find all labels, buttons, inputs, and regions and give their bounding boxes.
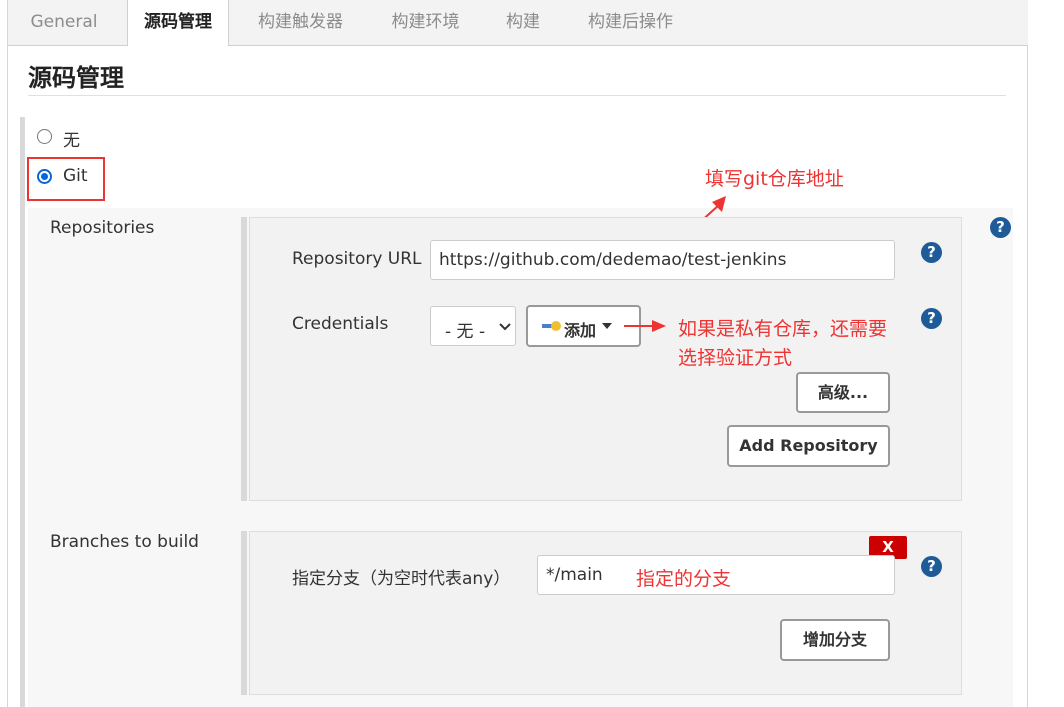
credentials-help-icon[interactable]: ?: [921, 308, 942, 329]
radio-git[interactable]: [37, 169, 52, 184]
credentials-select[interactable]: - 无 -: [430, 306, 516, 346]
repositories-label: Repositories: [50, 218, 155, 238]
annotation-arrow-credentials: [624, 320, 666, 332]
tab-general[interactable]: General: [8, 0, 120, 45]
repository-url-label: Repository URL: [292, 249, 422, 269]
branches-indent-bar: [241, 531, 247, 695]
annotation-branch: 指定的分支: [636, 568, 732, 590]
tab-bar: General 源码管理 构建触发器 构建环境 构建 构建后操作: [8, 0, 1028, 46]
branch-specifier-label: 指定分支（为空时代表any）: [292, 569, 511, 589]
tab-post-build[interactable]: 构建后操作: [568, 0, 693, 45]
add-repository-button[interactable]: Add Repository: [727, 425, 890, 467]
repository-url-help-icon[interactable]: ?: [921, 242, 942, 263]
section-indent-bar: [20, 117, 25, 707]
add-credentials-label: 添加: [564, 321, 597, 340]
repositories-help-icon[interactable]: ?: [990, 217, 1011, 238]
title-divider: [28, 95, 1006, 96]
add-branch-button[interactable]: 增加分支: [780, 619, 890, 661]
tab-build-environment[interactable]: 构建环境: [373, 0, 478, 45]
repository-url-input[interactable]: https://github.com/dedemao/test-jenkins: [430, 240, 895, 280]
credentials-select-value: - 无 -: [445, 322, 486, 342]
tab-build[interactable]: 构建: [488, 0, 558, 45]
tab-build-triggers[interactable]: 构建触发器: [238, 0, 363, 45]
branches-label: Branches to build: [50, 532, 199, 552]
chevron-down-icon: [499, 323, 511, 331]
repositories-indent-bar: [241, 217, 247, 501]
key-icon: [542, 321, 561, 331]
tab-scm[interactable]: 源码管理: [127, 0, 229, 46]
page-title: 源码管理: [28, 64, 124, 92]
branch-specifier-help-icon[interactable]: ?: [921, 556, 942, 577]
credentials-label: Credentials: [292, 314, 389, 334]
caret-down-icon: [602, 323, 612, 329]
advanced-button[interactable]: 高级...: [796, 372, 890, 413]
radio-none[interactable]: [37, 129, 52, 144]
annotation-credentials-line2: 选择验证方式: [678, 347, 793, 369]
annotation-git-url: 填写git仓库地址: [705, 168, 844, 190]
annotation-credentials-line1: 如果是私有仓库，还需要: [678, 318, 888, 340]
radio-none-label: 无: [63, 131, 80, 151]
radio-git-label: Git: [63, 166, 88, 186]
